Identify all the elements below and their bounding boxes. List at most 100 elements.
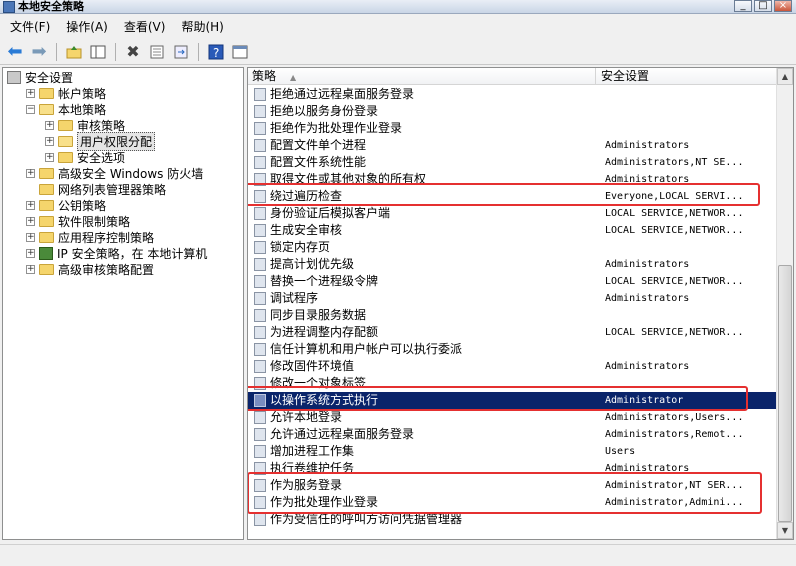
- delete-icon[interactable]: ✖: [122, 41, 144, 63]
- policy-icon: [254, 292, 266, 305]
- table-row[interactable]: 绕过遍历检查 Everyone,LOCAL SERVI...: [248, 188, 777, 205]
- close-button[interactable]: ×: [774, 0, 792, 12]
- folder-open-icon: [58, 135, 73, 147]
- tree-item[interactable]: + 高级安全 Windows 防火墙: [26, 165, 203, 181]
- policy-icon: [254, 88, 266, 101]
- policy-name: 允许本地登录: [270, 410, 343, 424]
- table-row[interactable]: 以操作系统方式执行 Administrator: [248, 392, 777, 409]
- tree-item[interactable]: + 软件限制策略: [26, 213, 130, 229]
- table-row[interactable]: 同步目录服务数据: [248, 307, 777, 324]
- folder-icon: [39, 231, 54, 243]
- tree-item[interactable]: + 公钥策略: [26, 197, 106, 213]
- tree-item[interactable]: 安全设置: [7, 69, 73, 85]
- help-icon[interactable]: ?: [205, 41, 227, 63]
- tree-item[interactable]: 网络列表管理器策略: [26, 181, 166, 197]
- table-row[interactable]: 配置文件单个进程 Administrators: [248, 137, 777, 154]
- tree-item-label: 高级审核策略配置: [58, 262, 155, 277]
- table-row[interactable]: 允许本地登录 Administrators,Users...: [248, 409, 777, 426]
- table-row[interactable]: 增加进程工作集 Users: [248, 443, 777, 460]
- menu-view[interactable]: 查看(V): [116, 17, 174, 37]
- policy-icon: [254, 105, 266, 118]
- policy-setting: Administrators,Remot...: [605, 429, 744, 440]
- svg-text:?: ?: [213, 46, 219, 60]
- expand-icon[interactable]: +: [26, 232, 35, 242]
- menu-action[interactable]: 操作(A): [58, 17, 116, 37]
- tree-item[interactable]: + IP 安全策略，在 本地计算机: [26, 245, 207, 261]
- table-row[interactable]: 生成安全审核 LOCAL SERVICE,NETWOR...: [248, 222, 777, 239]
- table-row[interactable]: 拒绝以服务身份登录: [248, 103, 777, 120]
- tree-item[interactable]: + 帐户策略: [26, 85, 106, 101]
- tree-item[interactable]: + 应用程序控制策略: [26, 229, 154, 245]
- show-tree-icon[interactable]: [87, 41, 109, 63]
- table-row[interactable]: 锁定内存页: [248, 239, 777, 256]
- policy-icon: [254, 428, 266, 441]
- vertical-scrollbar[interactable]: ▲ ▼: [776, 68, 793, 539]
- table-row[interactable]: 取得文件或其他对象的所有权 Administrators: [248, 171, 777, 188]
- expand-icon[interactable]: +: [26, 248, 35, 258]
- table-row[interactable]: 作为批处理作业登录 Administrator,Admini...: [248, 494, 777, 511]
- tree-pane[interactable]: 安全设置 + 帐户策略 − 本地策略 + 审核策略 + 用户权限分配 + 安全选项 + 高级安全 Win…: [2, 67, 244, 540]
- up-folder-icon[interactable]: [63, 41, 85, 63]
- table-row[interactable]: 作为受信任的呼叫方访问凭据管理器: [248, 511, 777, 528]
- policy-setting: Everyone,LOCAL SERVI...: [605, 191, 744, 202]
- expand-icon[interactable]: +: [45, 152, 54, 162]
- expand-icon[interactable]: +: [45, 136, 54, 146]
- menu-file[interactable]: 文件(F): [2, 17, 58, 37]
- tree-item[interactable]: + 高级审核策略配置: [26, 261, 154, 277]
- table-row[interactable]: 执行卷维护任务 Administrators: [248, 460, 777, 477]
- table-row[interactable]: 身份验证后模拟客户端 LOCAL SERVICE,NETWOR...: [248, 205, 777, 222]
- policy-name: 允许通过远程桌面服务登录: [270, 427, 415, 441]
- tree-item[interactable]: + 用户权限分配: [45, 131, 156, 151]
- policy-setting: Administrators: [605, 463, 690, 474]
- policy-icon: [254, 360, 266, 373]
- expand-icon[interactable]: +: [26, 264, 35, 274]
- column-header-setting[interactable]: 安全设置: [597, 68, 777, 85]
- table-row[interactable]: 拒绝作为批处理作业登录: [248, 120, 777, 137]
- policy-name: 作为受信任的呼叫方访问凭据管理器: [270, 512, 463, 526]
- table-row[interactable]: 作为服务登录 Administrator,NT SER...: [248, 477, 777, 494]
- scroll-up-icon[interactable]: ▲: [777, 68, 793, 85]
- minimize-button[interactable]: _: [734, 0, 752, 12]
- expand-icon[interactable]: +: [26, 200, 35, 210]
- table-row[interactable]: 替换一个进程级令牌 LOCAL SERVICE,NETWOR...: [248, 273, 777, 290]
- expand-icon[interactable]: +: [26, 168, 35, 178]
- export-icon[interactable]: [170, 41, 192, 63]
- column-header-policy[interactable]: 策略 ▲: [248, 68, 596, 85]
- show-console-icon[interactable]: [229, 41, 251, 63]
- policy-name: 执行卷维护任务: [270, 461, 355, 475]
- table-row[interactable]: 拒绝通过远程桌面服务登录: [248, 86, 777, 103]
- table-row[interactable]: 配置文件系统性能 Administrators,NT SE...: [248, 154, 777, 171]
- policy-icon: [254, 224, 266, 237]
- policy-name: 生成安全审核: [270, 223, 343, 237]
- table-row[interactable]: 信任计算机和用户帐户可以执行委派: [248, 341, 777, 358]
- expand-icon[interactable]: +: [26, 216, 35, 226]
- policy-icon: [254, 258, 266, 271]
- tree-item-label: 网络列表管理器策略: [58, 182, 167, 197]
- table-row[interactable]: 修改一个对象标签: [248, 375, 777, 392]
- sort-ascending-icon: ▲: [290, 73, 297, 82]
- policy-list-pane[interactable]: 策略 ▲ 安全设置 拒绝通过远程桌面服务登录 拒绝以服务身份登录拒绝作为批处理作业登…: [247, 67, 794, 540]
- tree-item[interactable]: + 安全选项: [45, 149, 125, 165]
- table-row[interactable]: 修改固件环境值 Administrators: [248, 358, 777, 375]
- scroll-down-icon[interactable]: ▼: [777, 522, 793, 539]
- folder-icon: [58, 119, 73, 131]
- policy-setting: Administrators: [605, 259, 690, 270]
- policy-name: 作为批处理作业登录: [270, 495, 379, 509]
- table-row[interactable]: 调试程序 Administrators: [248, 290, 777, 307]
- collapse-icon[interactable]: −: [26, 104, 35, 114]
- policy-icon: [254, 411, 266, 424]
- table-row[interactable]: 提高计划优先级 Administrators: [248, 256, 777, 273]
- toolbar-separator: [115, 42, 116, 61]
- expand-icon[interactable]: +: [26, 88, 35, 98]
- properties-icon[interactable]: [146, 41, 168, 63]
- tree-item[interactable]: − 本地策略: [26, 101, 106, 117]
- scroll-thumb[interactable]: [778, 265, 792, 522]
- menu-help[interactable]: 帮助(H): [173, 17, 231, 37]
- policy-name: 拒绝以服务身份登录: [270, 104, 379, 118]
- table-row[interactable]: 为进程调整内存配额 LOCAL SERVICE,NETWOR...: [248, 324, 777, 341]
- maximize-button[interactable]: □: [754, 0, 772, 12]
- table-row[interactable]: 允许通过远程桌面服务登录 Administrators,Remot...: [248, 426, 777, 443]
- forward-arrow-icon[interactable]: ➡: [28, 41, 50, 63]
- back-arrow-icon[interactable]: ⬅: [4, 41, 26, 63]
- expand-icon[interactable]: +: [45, 120, 54, 130]
